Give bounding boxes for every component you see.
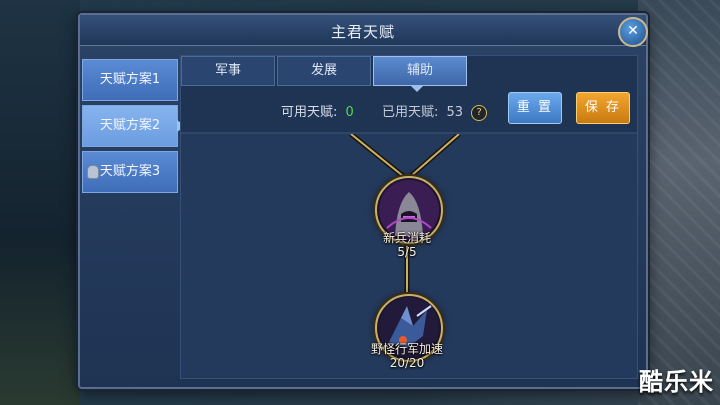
close-icon: ✕ (627, 23, 639, 39)
background-right-city (638, 0, 720, 405)
talent-plan-sidebar: 天赋方案1 天赋方案2 天赋方案3 (82, 59, 185, 197)
talent-content-panel: 军事 发展 辅助 可用天赋: 0 已用天赋: 53 ? 重 置 保 存 新兵消耗… (180, 55, 638, 379)
used-talent-label: 已用天赋: (381, 105, 439, 120)
active-tab-pointer-icon (411, 86, 423, 92)
sidebar-item-plan-2[interactable]: 天赋方案2 (82, 105, 185, 147)
available-talent-value: 0 (345, 105, 354, 120)
tab-development[interactable]: 发展 (277, 56, 371, 86)
talent-category-tabs: 军事 发展 辅助 (181, 56, 481, 86)
background-left-scenery (0, 0, 80, 405)
reset-button[interactable]: 重 置 (508, 92, 562, 124)
window-titlebar: 主君天赋 ✕ (80, 15, 648, 47)
sidebar-item-label: 天赋方案2 (99, 118, 161, 133)
talent-points-info: 可用天赋: 0 已用天赋: 53 ? (281, 101, 491, 121)
used-talent-value: 53 (446, 105, 464, 120)
close-button[interactable]: ✕ (618, 17, 648, 47)
available-talent-label: 可用天赋: (281, 105, 338, 120)
tab-military[interactable]: 军事 (181, 56, 275, 86)
lock-icon (87, 165, 99, 179)
help-icon[interactable]: ? (471, 104, 488, 121)
sidebar-item-plan-1[interactable]: 天赋方案1 (82, 59, 178, 101)
talent-node-name: 野怪行军加速 (370, 342, 443, 356)
watermark-text: 酷乐米 (639, 368, 714, 396)
talent-node-progress: 20/20 (389, 356, 425, 370)
window-title: 主君天赋 (330, 23, 395, 41)
talent-node-progress: 5/5 (397, 245, 417, 259)
tab-support[interactable]: 辅助 (373, 56, 467, 86)
talent-node-name: 新兵消耗 (382, 231, 431, 245)
save-button[interactable]: 保 存 (576, 92, 630, 124)
sidebar-item-plan-3[interactable]: 天赋方案3 (82, 151, 178, 193)
sidebar-item-label: 天赋方案3 (99, 164, 161, 179)
sidebar-item-label: 天赋方案1 (99, 72, 161, 87)
talent-tree: 新兵消耗 5/5 野怪行军加速 20/20 (181, 134, 637, 378)
talent-window: 主君天赋 ✕ 天赋方案1 天赋方案2 天赋方案3 军事 发展 辅助 可用天赋: … (78, 13, 648, 389)
